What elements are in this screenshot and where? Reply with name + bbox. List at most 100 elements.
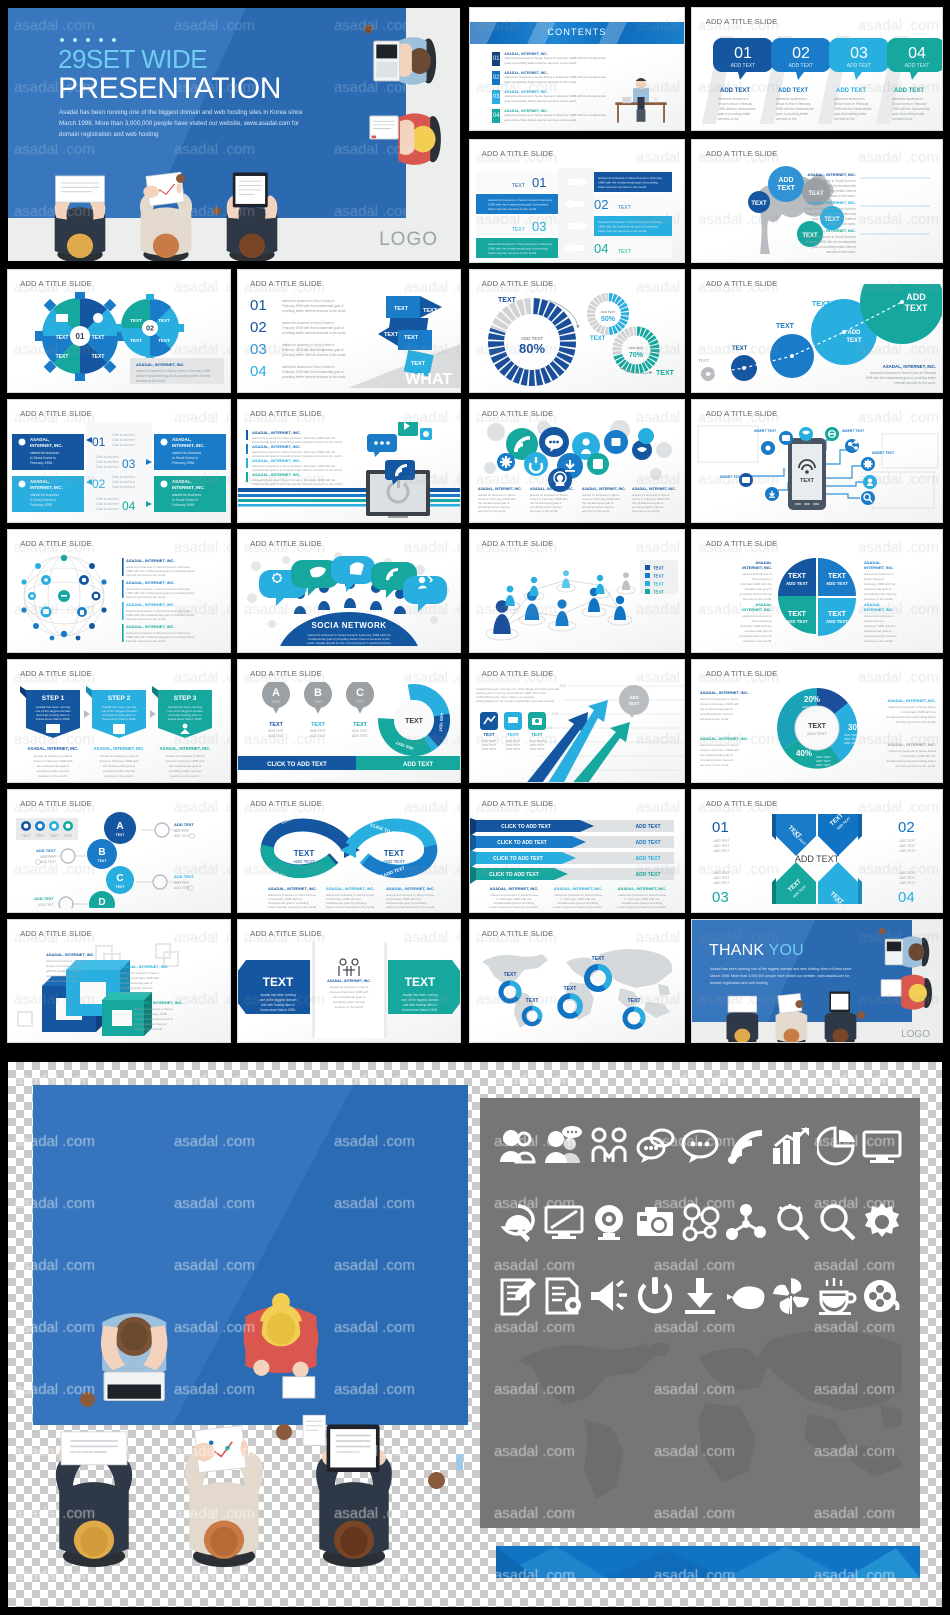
bubble-number-diagram[interactable]: 01 02 03 04 ADD TEXT ADD TEXT ADD TEXT ADD TEX… (692, 30, 942, 126)
slide-arrow-bands[interactable]: ADD A TITLE SLIDE 01 TEXT 02 TEXT 03 TEX… (470, 140, 684, 262)
tree-diagram[interactable]: TEXT ADDTEXT TEXT TEXT TEXT TEXT ASADAL,… (692, 162, 942, 258)
molecule-icon[interactable] (725, 1202, 766, 1242)
slide-donuts[interactable]: ADD A TITLE SLIDE ADD TEXT 80% ADD TEXT … (470, 270, 684, 392)
slide-monitor-social[interactable]: ADD A TITLE SLIDE ASADAL, INTERNET, INC.… (238, 400, 460, 522)
slide-thank-you[interactable]: THANK YOU Asadal has been running one of… (692, 920, 942, 1042)
chat-bubbles-icon[interactable] (635, 1126, 675, 1166)
power-icon[interactable] (635, 1276, 675, 1316)
svg-text:TEXT: TEXT (812, 301, 831, 308)
growth-arrows-chart[interactable]: 3002001000 Asadal has been running one o… (470, 678, 684, 782)
pie-chart-icon[interactable] (816, 1126, 857, 1166)
slide-x-arrows[interactable]: ADD A TITLE SLIDE TEXT TEXT TEXT TEXT AD… (692, 790, 942, 912)
slide-world-map[interactable]: ADD A TITLE SLIDE TEXT TEXT TEXT TEXT TE… (470, 920, 684, 1042)
bar-chart-growth-icon[interactable] (771, 1126, 811, 1166)
people-network-diagram[interactable]: TEXT TEXT TEXT TEXT (470, 550, 684, 646)
slide-title: ADD A TITLE SLIDE (481, 148, 554, 158)
slide-abcd-circles[interactable]: ADD A TITLE SLIDE TEXT TEXT TEXT TEXT A TEXT… (8, 790, 230, 912)
slide-sphere-network[interactable]: ADD A TITLE SLIDE ASADAL, INTERNET, INC.… (8, 530, 230, 652)
icon-row-2[interactable] (498, 1202, 902, 1242)
svg-text:TEXT: TEXT (50, 834, 58, 838)
slide-social-network[interactable]: ADD A TITLE SLIDE SOCIA NETWORK started … (238, 530, 460, 652)
infinity-diagram[interactable]: TEXTADD TEXT TEXTADD TEXT CLICK TO ADD T… (238, 812, 460, 908)
steps-diagram[interactable]: STEP 1 STEP 2 STEP 3 Asadal has been runni… (8, 682, 230, 778)
slide-growth-arrows[interactable]: ADD A TITLE SLIDE 300 200 100 0 Asadal has … (470, 660, 684, 782)
slide-infinity[interactable]: ADD A TITLE SLIDE TEXT ADD TEXT TEXT ADD T… (238, 790, 460, 912)
slide-abc-ring[interactable]: ADD A TITLE SLIDE A B C TEXT TEXT TEXT TEXT T… (238, 660, 460, 782)
growing-circles-diagram[interactable]: TEXT TEXT TEXT TEXT TEXT ADDTEXT ADDTEXT… (692, 284, 942, 392)
slide-frames-3d[interactable]: ADD A TITLE SLIDE ASADAL, INTERNET, INC.… (8, 920, 230, 1042)
pie-chart-diagram[interactable]: TEXT ADD TEXT 20% 30% 40% ADD TEXT ADD TEXT… (692, 680, 942, 776)
four-panels-diagram[interactable]: ASADAL,INTERNET, INC. ASADAL,INTERNET, I… (8, 422, 230, 518)
slide-people-network[interactable]: ADD A TITLE SLIDE TEXT TEXT TEXT TEXT (470, 530, 684, 652)
download-icon[interactable] (680, 1276, 720, 1316)
leaf-icon[interactable] (726, 1276, 766, 1316)
slide-phone-network[interactable]: ADD A TITLE SLIDE TEXT INSERT TEXT INSER… (692, 400, 942, 522)
svg-text:- ADD TEXT: - ADD TEXT (712, 871, 730, 875)
handshake-icon[interactable] (589, 1126, 629, 1166)
contents-item[interactable]: 01 ASADAL, INTERNET, INC. started its bu… (492, 52, 608, 66)
megaphone-icon[interactable] (589, 1276, 629, 1316)
four-leaf-diagram[interactable]: TEXTADD TEXT TEXTADD TEXT TEXTADD TEXT T… (692, 550, 942, 646)
svg-text:TEXT: TEXT (531, 732, 543, 737)
sphere-network-diagram[interactable]: ASADAL, INTERNET, INC. ASADAL, INTERNET,… (8, 550, 230, 646)
slide-steps[interactable]: ADD A TITLE SLIDE STEP 1 STEP 2 STEP 3 Asa… (8, 660, 230, 782)
arrow-list-diagram[interactable]: CLICK TO ADD TEXT CLICK TO ADD TEXT CLICK… (470, 812, 684, 908)
users-icon[interactable] (498, 1126, 538, 1166)
slide-four-panels[interactable]: ADD A TITLE SLIDE ASADAL, INTERNET, INC. … (8, 400, 230, 522)
browser-e-icon[interactable] (498, 1202, 538, 1242)
svg-text:services to the world.: services to the world. (46, 979, 75, 983)
svg-text:goal of providing better: goal of providing better (776, 112, 809, 116)
svg-text:Seoul Korea in: Seoul Korea in (752, 577, 773, 581)
monitor-social-diagram[interactable]: ASADAL, INTERNET, INC. ASADAL, INTERNET,… (238, 422, 460, 518)
monitor-icon[interactable] (862, 1126, 902, 1166)
contents-list[interactable]: 01 ASADAL, INTERNET, INC. started its bu… (492, 52, 608, 123)
svg-text:providing better internet serv: providing better internet services to th… (282, 375, 346, 379)
slide-gears[interactable]: ADD A TITLE SLIDE 01 TEXT TEXT TEXT TEXT… (8, 270, 230, 392)
abc-ring-diagram[interactable]: ABC TEXT TEXT TEXT TEXT TEXT TEXT ADD TEXTAD… (238, 682, 460, 778)
bubble-cloud-diagram[interactable]: ASADAL, INTERNET, INC. ASADAL, INTERNET, … (470, 420, 684, 516)
contents-item[interactable]: 04 ASADAL, INTERNET, INC. started its bu… (492, 109, 608, 123)
icon-row-1[interactable] (498, 1126, 902, 1166)
slide-tree[interactable]: ADD A TITLE SLIDE TEXT ADD TEXT TEXT TEXT… (692, 140, 942, 262)
users-chat-icon[interactable] (544, 1126, 584, 1166)
slide-bubble-numbers[interactable]: ADD A TITLE SLIDE 01 02 03 04 ADD TEXT ADD T… (692, 8, 942, 130)
person-chart-2 (139, 171, 193, 261)
icon-row-3[interactable] (498, 1276, 902, 1316)
social-network-diagram[interactable]: SOCIA NETWORK started its business in Se… (238, 550, 460, 646)
gears-diagram[interactable]: 01 TEXT TEXT TEXT TEXT 02 TEXT TEXT TEXT TEXT… (8, 292, 230, 388)
monitor-slash-icon[interactable] (544, 1202, 584, 1242)
slide-pie-chart[interactable]: ADD A TITLE SLIDE TEXT ADD TEXT 20% 30% 40… (692, 660, 942, 782)
share-nodes-icon[interactable] (680, 1202, 720, 1242)
webcam-icon[interactable] (589, 1202, 629, 1242)
slide-bubble-cloud[interactable]: ADD A TITLE SLIDE ASADAL, INTERNET, INC.… (470, 400, 684, 522)
slide-growing-circles[interactable]: ADD A TITLE SLIDE TEXT TEXT TEXT TEXT TE… (692, 270, 942, 392)
slide-arrow-list[interactable]: ADD A TITLE SLIDE CLICK TO ADD TEXT CLICK… (470, 790, 684, 912)
abcd-circles-diagram[interactable]: TEXTTEXTTEXTTEXT ATEXT BTEXT CTEXT DTEXT (8, 812, 230, 908)
chat-dots-icon[interactable] (680, 1126, 720, 1166)
contents-item[interactable]: 02 ASADAL, INTERNET, INC. started its bu… (492, 71, 608, 85)
document-pen-icon[interactable] (498, 1276, 538, 1316)
film-reel-icon[interactable] (862, 1276, 902, 1316)
svg-text:- ADD TEXT: - ADD TEXT (898, 871, 916, 875)
search-idea-icon[interactable] (771, 1202, 811, 1242)
camera-icon[interactable] (635, 1202, 675, 1242)
document-gear-icon[interactable] (544, 1276, 584, 1316)
coffee-cup-icon[interactable] (817, 1276, 857, 1316)
rss-wifi-icon[interactable] (726, 1126, 766, 1166)
slide-contents[interactable]: CONTENTS 01 ASADAL, INTERNET, INC. start… (470, 8, 684, 130)
x-arrows-diagram[interactable]: TEXT TEXT TEXT TEXT ADD TEXT ADD TEXT AD… (692, 812, 942, 908)
slide-what-arrows[interactable]: ADD A TITLE SLIDE 01 02 03 04 started its… (238, 270, 460, 392)
gear-icon[interactable] (862, 1202, 902, 1242)
arrow-bands-diagram[interactable]: 01 TEXT 02 TEXT 03 TEXT 04 TEXT started … (470, 168, 684, 260)
slide-four-leaf[interactable]: ADD A TITLE SLIDE TEXT ADD TEXT TEXT ADD T… (692, 530, 942, 652)
magnifier-icon[interactable] (817, 1202, 857, 1242)
world-map-diagram[interactable]: TEXT TEXT TEXT TEXT TEXT (470, 940, 684, 1036)
two-arrows-diagram[interactable]: TEXT TEXT Asadal has been runningone of t… (238, 942, 460, 1038)
what-arrows-diagram[interactable]: 01 02 03 04 started its business in Seoul… (238, 292, 460, 388)
phone-network-diagram[interactable]: TEXT INSERT TEXT INSERT TEXTINSERT TEXTI… (692, 420, 942, 516)
slide-two-arrows[interactable]: ADD A TITLE SLIDE TEXT TEXT Asadal has be… (238, 920, 460, 1042)
donut-charts[interactable]: ADD TEXT 80% ADD TEXT 50% ADD TEXT 70% T… (470, 290, 684, 386)
contents-item[interactable]: 03 ASADAL, INTERNET, INC. started its bu… (492, 90, 608, 104)
pinwheel-icon[interactable] (771, 1276, 811, 1316)
frames-3d-diagram[interactable]: ASADAL, INTERNET, INC. ASADAL, INTERNET,… (8, 942, 230, 1038)
